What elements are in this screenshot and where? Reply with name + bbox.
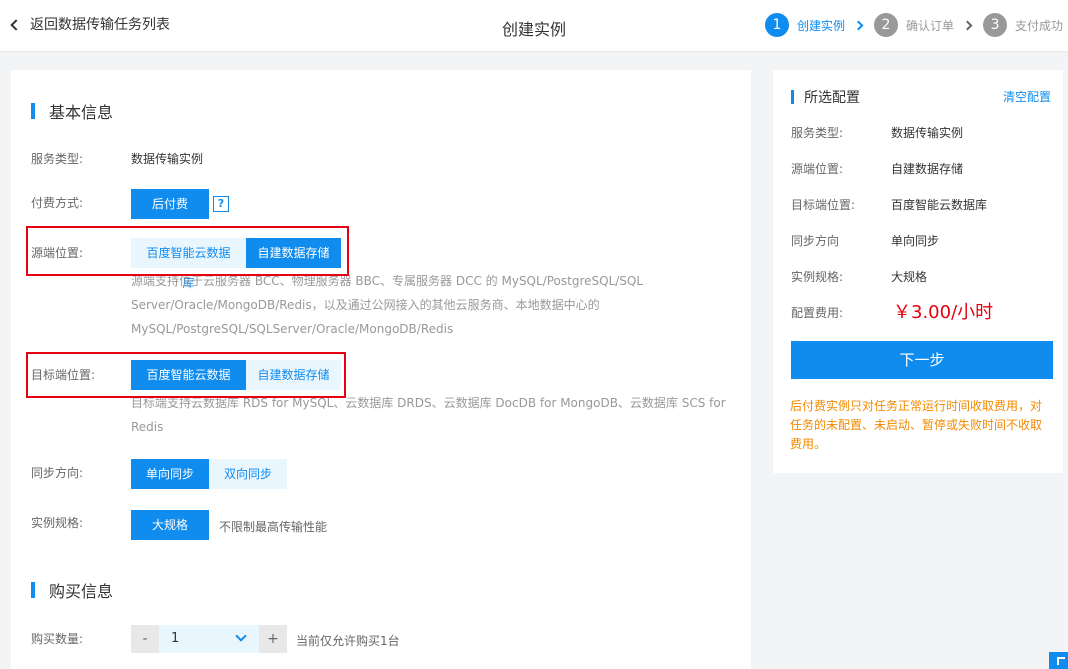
- summary-label: 服务类型:: [791, 126, 844, 140]
- instance-spec-options: 大规格: [131, 510, 209, 540]
- panel-title-text: 所选配置: [804, 90, 860, 106]
- back-to-list-link[interactable]: 返回数据传输任务列表: [10, 14, 170, 34]
- step-number: 2: [874, 13, 899, 37]
- sync-direction-options: 单向同步 双向同步: [131, 459, 287, 489]
- step-create-instance: 1 创建实例: [765, 13, 845, 37]
- service-type-value: 数据传输实例: [131, 152, 204, 166]
- top-bar: 返回数据传输任务列表 创建实例 1 创建实例 2 确认订单 3 支付成功: [0, 0, 1068, 52]
- step-number: 1: [765, 13, 789, 37]
- source-self-built-storage-button[interactable]: 自建数据存储: [246, 238, 341, 268]
- source-location-options: 百度智能云数据库 自建数据存储: [131, 238, 341, 290]
- quantity-stepper: - 1 +: [131, 625, 287, 653]
- summary-value: 自建数据存储: [891, 162, 964, 176]
- step-number: 3: [983, 13, 1008, 37]
- target-location-description: 目标端支持云数据库 RDS for MySQL、云数据库 DRDS、云数据库 D…: [131, 396, 726, 434]
- spec-note: 不限制最高传输性能: [219, 520, 328, 534]
- two-way-sync-button[interactable]: 双向同步: [209, 459, 287, 489]
- arrow-up-icon: [1057, 657, 1065, 665]
- chevron-right-icon: [962, 20, 973, 30]
- section-title-text: 基本信息: [49, 103, 114, 122]
- step-label: 支付成功: [1015, 18, 1064, 33]
- billing-note: 后付费实例只对任务正常运行时间收取费用，对任务的未配置、未启动、暂停或失败时间不…: [790, 399, 1043, 451]
- quantity-value: 1: [171, 631, 180, 646]
- step-payment-success: 3 支付成功: [983, 13, 1063, 37]
- source-baidu-cloud-db-button[interactable]: 百度智能云数据库: [131, 238, 246, 290]
- source-location-label: 源端位置:: [31, 246, 84, 260]
- chevron-left-icon: [10, 18, 22, 31]
- summary-value: 大规格: [891, 270, 928, 284]
- quantity-select[interactable]: 1: [159, 625, 259, 653]
- selected-config-title: 所选配置: [791, 87, 860, 107]
- sync-direction-label: 同步方向:: [31, 466, 84, 480]
- target-location-options: 百度智能云数据库 自建数据存储: [131, 360, 341, 412]
- one-way-sync-button[interactable]: 单向同步: [131, 459, 209, 489]
- purchase-info-section-title: 购买信息: [31, 578, 113, 602]
- section-marker: [31, 103, 35, 119]
- main-form-panel: 基本信息 服务类型: 数据传输实例 付费方式: 后付费 ? 源端位置: 百度智能…: [11, 70, 751, 669]
- price-value: ￥3.00/小时: [893, 302, 994, 323]
- decrease-button[interactable]: -: [131, 625, 159, 653]
- summary-label: 实例规格:: [791, 270, 844, 284]
- summary-value: 数据传输实例: [891, 126, 964, 140]
- progress-steps: 1 创建实例 2 确认订单 3 支付成功: [765, 13, 1063, 37]
- payment-label: 付费方式:: [31, 196, 84, 210]
- next-step-button[interactable]: 下一步: [791, 341, 1053, 379]
- increase-button[interactable]: +: [259, 625, 287, 653]
- target-baidu-cloud-db-button[interactable]: 百度智能云数据库: [131, 360, 246, 412]
- back-label: 返回数据传输任务列表: [30, 17, 170, 33]
- service-type-label: 服务类型:: [31, 152, 84, 166]
- step-label: 确认订单: [906, 18, 955, 33]
- selected-config-panel: 所选配置 清空配置 服务类型: 数据传输实例 源端位置: 自建数据存储 目标端位…: [773, 70, 1063, 473]
- summary-value: 百度智能云数据库: [891, 198, 988, 212]
- section-marker: [791, 90, 794, 104]
- section-marker: [31, 582, 35, 598]
- summary-label: 同步方向: [791, 234, 840, 248]
- help-icon[interactable]: ?: [213, 196, 229, 212]
- quantity-note: 当前仅允许购买1台: [296, 634, 400, 648]
- target-self-built-storage-button[interactable]: 自建数据存储: [246, 360, 341, 390]
- section-title-text: 购买信息: [49, 582, 114, 601]
- target-location-label: 目标端位置:: [31, 368, 96, 382]
- basic-info-section-title: 基本信息: [31, 99, 113, 123]
- large-spec-button[interactable]: 大规格: [131, 510, 209, 540]
- chevron-down-icon: [235, 630, 247, 642]
- step-confirm-order: 2 确认订单: [874, 13, 954, 37]
- fee-label: 配置费用:: [791, 306, 844, 320]
- instance-spec-label: 实例规格:: [31, 516, 84, 530]
- source-location-description: 源端支持位于云服务器 BCC、物理服务器 BBC、专属服务器 DCC 的 MyS…: [131, 274, 644, 336]
- back-to-top-button[interactable]: [1049, 652, 1068, 669]
- payment-options: 后付费: [131, 189, 209, 219]
- quantity-label: 购买数量:: [31, 632, 84, 646]
- summary-value: 单向同步: [891, 234, 940, 248]
- clear-config-link[interactable]: 清空配置: [1003, 88, 1051, 105]
- postpaid-button[interactable]: 后付费: [131, 189, 209, 219]
- summary-label: 目标端位置:: [791, 198, 856, 212]
- chevron-right-icon: [853, 20, 864, 30]
- summary-label: 源端位置:: [791, 162, 844, 176]
- step-label: 创建实例: [797, 18, 846, 33]
